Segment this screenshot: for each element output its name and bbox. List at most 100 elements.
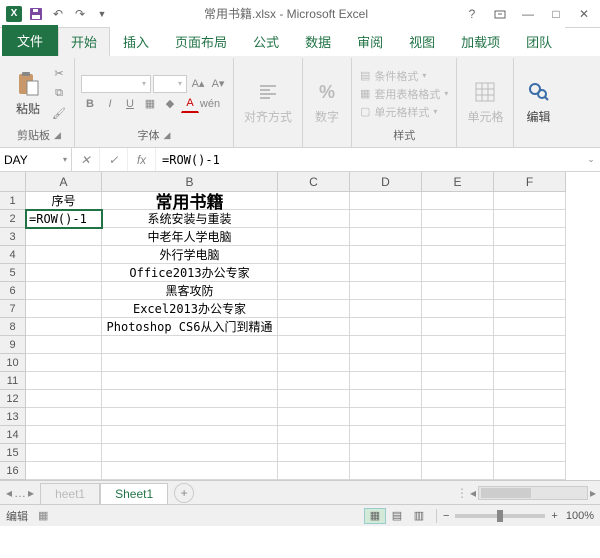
cancel-formula-button[interactable]: ✕ — [72, 148, 100, 171]
row-header[interactable]: 16 — [0, 462, 26, 480]
paste-button[interactable]: 粘贴 — [10, 68, 46, 119]
view-page-break-icon[interactable]: ▥ — [408, 508, 430, 524]
row-header[interactable]: 7 — [0, 300, 26, 318]
select-all-corner[interactable] — [0, 172, 26, 192]
cell-C3[interactable] — [278, 228, 350, 246]
cell-A16[interactable] — [26, 462, 102, 480]
col-header-F[interactable]: F — [494, 172, 566, 192]
cell-B4[interactable]: 外行学电脑 — [102, 246, 278, 264]
cell-F11[interactable] — [494, 372, 566, 390]
cell-D15[interactable] — [350, 444, 422, 462]
help-icon[interactable]: ? — [460, 4, 484, 24]
zoom-slider[interactable] — [455, 514, 545, 518]
underline-button[interactable]: U — [121, 95, 139, 113]
row-header[interactable]: 6 — [0, 282, 26, 300]
undo-icon[interactable]: ↶ — [48, 4, 68, 24]
zoom-in-button[interactable]: + — [551, 510, 557, 522]
row-header[interactable]: 14 — [0, 426, 26, 444]
cell-B3[interactable]: 中老年人学电脑 — [102, 228, 278, 246]
cell-C5[interactable] — [278, 264, 350, 282]
tab-addins[interactable]: 加载项 — [448, 27, 513, 56]
cell-E2[interactable] — [422, 210, 494, 228]
format-painter-icon[interactable]: 🖌 — [50, 105, 68, 123]
zoom-out-button[interactable]: − — [443, 510, 449, 522]
cell-E5[interactable] — [422, 264, 494, 282]
cell-D14[interactable] — [350, 426, 422, 444]
cell-E11[interactable] — [422, 372, 494, 390]
cells-button[interactable]: 单元格 — [463, 76, 507, 127]
tab-insert[interactable]: 插入 — [110, 27, 162, 56]
cell-D5[interactable] — [350, 264, 422, 282]
cell-B16[interactable] — [102, 462, 278, 480]
cell-E7[interactable] — [422, 300, 494, 318]
row-header[interactable]: 1 — [0, 192, 26, 210]
qat-customize-icon[interactable]: ▼ — [92, 4, 112, 24]
sheet-tab-sheet1[interactable]: Sheet1 — [100, 483, 168, 504]
expand-formula-bar-icon[interactable]: ⌄ — [582, 148, 600, 171]
name-box[interactable]: DAY▾ — [0, 148, 72, 171]
cell-C9[interactable] — [278, 336, 350, 354]
cell-B8[interactable]: Photoshop CS6从入门到精通 — [102, 318, 278, 336]
cell-F3[interactable] — [494, 228, 566, 246]
cell-B12[interactable] — [102, 390, 278, 408]
cell-D7[interactable] — [350, 300, 422, 318]
col-header-D[interactable]: D — [350, 172, 422, 192]
increase-font-icon[interactable]: A▴ — [189, 75, 207, 93]
italic-button[interactable]: I — [101, 95, 119, 113]
cell-D9[interactable] — [350, 336, 422, 354]
cell-A2[interactable]: =ROW()-1 — [26, 210, 102, 228]
view-normal-icon[interactable]: ▦ — [364, 508, 386, 524]
cell-E13[interactable] — [422, 408, 494, 426]
cell-F7[interactable] — [494, 300, 566, 318]
horizontal-scrollbar[interactable] — [478, 486, 588, 500]
cell-B5[interactable]: Office2013办公专家 — [102, 264, 278, 282]
row-header[interactable]: 8 — [0, 318, 26, 336]
cell-D16[interactable] — [350, 462, 422, 480]
redo-icon[interactable]: ↷ — [70, 4, 90, 24]
cell-A3[interactable] — [26, 228, 102, 246]
excel-app-icon[interactable]: X — [4, 4, 24, 24]
cell-C12[interactable] — [278, 390, 350, 408]
cell-A6[interactable] — [26, 282, 102, 300]
cell-F9[interactable] — [494, 336, 566, 354]
cell-A10[interactable] — [26, 354, 102, 372]
tab-review[interactable]: 审阅 — [344, 27, 396, 56]
cell-C1[interactable] — [278, 192, 350, 210]
enter-formula-button[interactable]: ✓ — [100, 148, 128, 171]
row-header[interactable]: 5 — [0, 264, 26, 282]
close-icon[interactable]: ✕ — [572, 4, 596, 24]
clipboard-launcher-icon[interactable]: ◢ — [54, 130, 61, 141]
cell-E9[interactable] — [422, 336, 494, 354]
col-header-C[interactable]: C — [278, 172, 350, 192]
font-size-combo[interactable]: ▾ — [153, 75, 187, 93]
cell-A13[interactable] — [26, 408, 102, 426]
cell-E6[interactable] — [422, 282, 494, 300]
cell-F13[interactable] — [494, 408, 566, 426]
cell-D4[interactable] — [350, 246, 422, 264]
col-header-A[interactable]: A — [26, 172, 102, 192]
view-page-layout-icon[interactable]: ▤ — [386, 508, 408, 524]
cell-A14[interactable] — [26, 426, 102, 444]
cell-A1[interactable]: 序号 — [26, 192, 102, 210]
maximize-icon[interactable]: □ — [544, 4, 568, 24]
macro-record-icon[interactable]: ▦ — [38, 509, 48, 522]
cell-C16[interactable] — [278, 462, 350, 480]
cell-styles-button[interactable]: ▢单元格样式▾ — [358, 103, 450, 121]
new-sheet-button[interactable]: + — [174, 483, 194, 503]
cell-B7[interactable]: Excel2013办公专家 — [102, 300, 278, 318]
hscroll-right-icon[interactable]: ▸ — [590, 486, 596, 500]
fill-color-icon[interactable]: ◆ — [161, 95, 179, 113]
cell-D1[interactable] — [350, 192, 422, 210]
cell-A5[interactable] — [26, 264, 102, 282]
format-as-table-button[interactable]: ▦套用表格格式▾ — [358, 85, 450, 103]
cell-E12[interactable] — [422, 390, 494, 408]
row-header[interactable]: 10 — [0, 354, 26, 372]
decrease-font-icon[interactable]: A▾ — [209, 75, 227, 93]
tab-formulas[interactable]: 公式 — [240, 27, 292, 56]
row-header[interactable]: 3 — [0, 228, 26, 246]
cell-F5[interactable] — [494, 264, 566, 282]
cell-C6[interactable] — [278, 282, 350, 300]
zoom-level[interactable]: 100% — [566, 510, 594, 522]
cell-D13[interactable] — [350, 408, 422, 426]
cell-E14[interactable] — [422, 426, 494, 444]
